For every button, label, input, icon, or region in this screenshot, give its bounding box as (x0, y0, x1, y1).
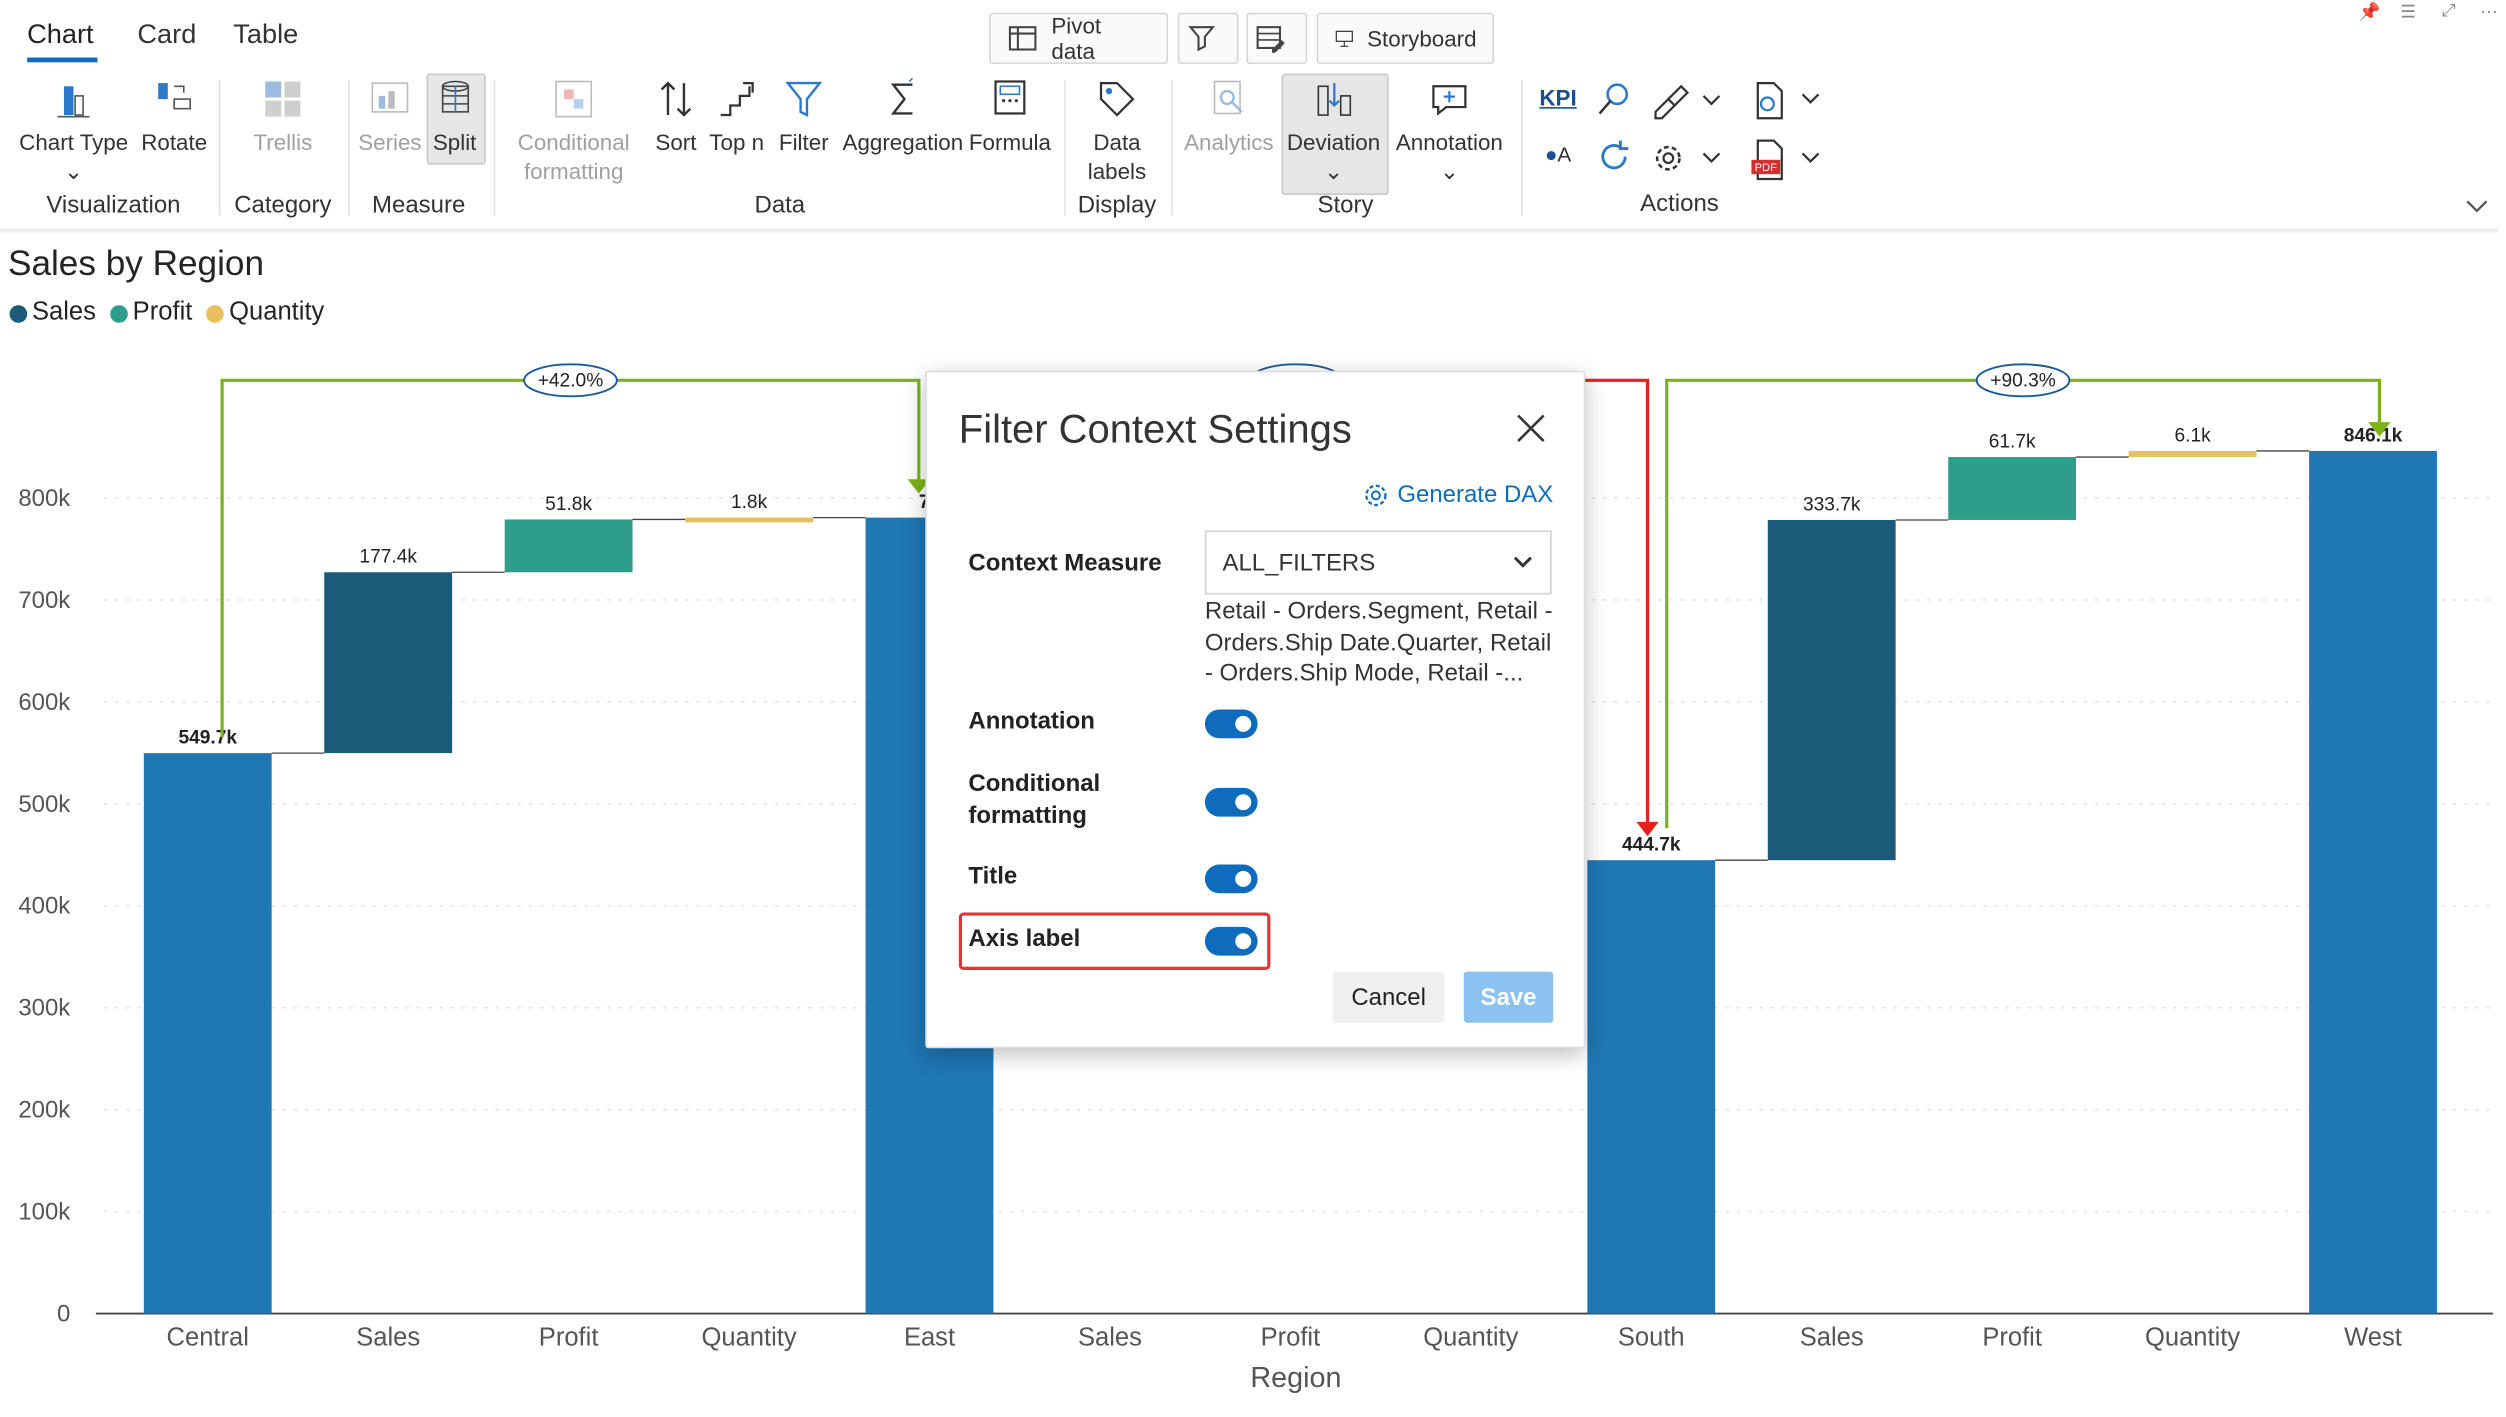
context-measure-select[interactable]: ALL_FILTERS (1204, 530, 1552, 595)
x-tick-label: South (1618, 1324, 1685, 1352)
context-filters-text: Retail - Orders.Segment, Retail - Orders… (1204, 597, 1553, 688)
y-tick-label: 100k (18, 1199, 71, 1226)
dialog-title: Filter Context Settings (958, 407, 1352, 453)
x-tick-label: Profit (1261, 1324, 1321, 1352)
title-label: Title (968, 862, 1018, 891)
bar-total (143, 753, 272, 1314)
toggle-knob (1235, 870, 1252, 887)
y-tick-label: 600k (18, 689, 71, 716)
data-label: 51.8k (545, 494, 592, 515)
y-tick-label: 700k (18, 587, 71, 614)
data-label: 333.7k (1803, 494, 1861, 515)
cancel-button[interactable]: Cancel (1332, 971, 1445, 1023)
filter-context-dialog: Filter Context Settings Generate DAX Con… (925, 370, 1586, 1049)
y-tick-label: 200k (18, 1097, 71, 1124)
toggle-knob (1235, 794, 1252, 811)
data-label: 177.4k (359, 547, 417, 568)
bar-delta (1767, 519, 1896, 861)
y-tick-label: 500k (18, 791, 71, 818)
bar-total (1587, 860, 1716, 1314)
conditional-label-line1: Conditional (968, 770, 1101, 798)
bar-delta (324, 572, 453, 754)
data-label: 1.8k (731, 492, 768, 513)
x-tick-label: West (2344, 1324, 2402, 1352)
bar-delta (2128, 450, 2257, 458)
bar-delta (504, 519, 633, 573)
x-tick-label: Profit (1982, 1324, 2042, 1352)
y-tick-label: 0 (57, 1301, 70, 1328)
y-tick-label: 300k (18, 995, 71, 1022)
toggle-knob (1235, 715, 1252, 732)
x-tick-label: Sales (356, 1324, 420, 1352)
deviation-label: +42.0% (538, 371, 604, 392)
title-toggle[interactable] (1204, 864, 1258, 894)
app-stage: Chart Card Table Pivot data Storyboard 📌… (0, 0, 2506, 1417)
x-tick-label: East (904, 1324, 955, 1352)
axis-label-label: Axis label (968, 925, 1081, 953)
close-button[interactable] (1513, 411, 1548, 446)
x-tick-label: Quantity (1423, 1324, 1518, 1352)
data-label: 549.7k (178, 728, 237, 749)
x-tick-label: Profit (539, 1324, 599, 1352)
annotation-toggle[interactable] (1204, 709, 1258, 739)
axis-label-toggle[interactable] (1204, 926, 1258, 956)
bar-delta (1948, 457, 2077, 520)
generate-dax-link[interactable]: Generate DAX (1364, 481, 1553, 508)
data-label: 444.7k (1622, 835, 1681, 856)
x-tick-label: Sales (1800, 1324, 1864, 1352)
context-measure-label: Context Measure (968, 549, 1162, 577)
conditional-label-line2: formatting (968, 802, 1087, 830)
save-button[interactable]: Save (1463, 971, 1554, 1023)
x-axis-title: Region (1250, 1362, 1341, 1394)
y-tick-label: 800k (18, 485, 71, 512)
toggle-knob (1235, 933, 1252, 950)
annotation-label: Annotation (968, 707, 1095, 736)
bar-total (2309, 450, 2437, 1314)
close-icon (1517, 414, 1545, 442)
gear-icon (1365, 483, 1388, 506)
generate-dax-label: Generate DAX (1397, 480, 1554, 509)
conditional-formatting-toggle[interactable] (1204, 787, 1258, 817)
bar-delta (685, 517, 813, 523)
context-measure-value: ALL_FILTERS (1222, 548, 1376, 577)
data-label: 61.7k (1989, 431, 2036, 452)
data-label: 6.1k (2174, 425, 2211, 446)
x-tick-label: Central (167, 1324, 249, 1352)
x-tick-label: Sales (1078, 1324, 1142, 1352)
x-tick-label: Quantity (2145, 1324, 2240, 1352)
x-tick-label: Quantity (701, 1324, 796, 1352)
conditional-label: Conditional formatting (968, 769, 1100, 833)
chevron-down-icon (1513, 556, 1532, 568)
deviation-label: +90.3% (1990, 371, 2056, 392)
y-tick-label: 400k (18, 893, 71, 920)
